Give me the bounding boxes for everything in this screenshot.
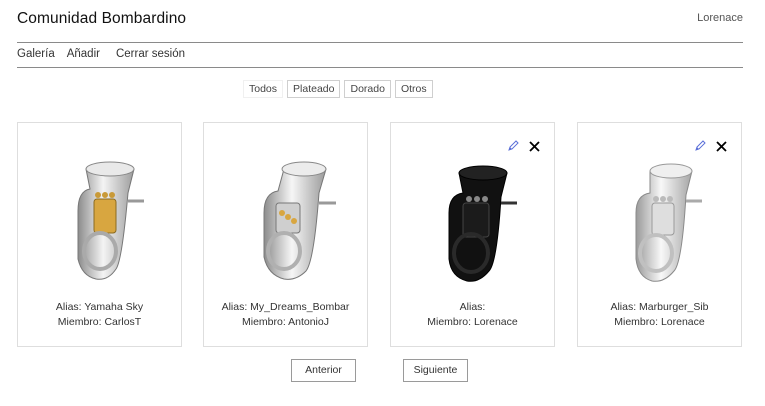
card-member: Miembro: Lorenace: [427, 316, 518, 328]
instrument-card[interactable]: Alias: Yamaha Sky Miembro: CarlosT: [17, 122, 182, 347]
previous-page-button[interactable]: Anterior: [291, 359, 356, 382]
instrument-card[interactable]: Alias: Marburger_Sib Miembro: Lorenace: [577, 122, 742, 347]
close-icon[interactable]: [529, 140, 540, 152]
euphonium-image: [635, 163, 702, 282]
instrument-card[interactable]: Alias: Miembro: Lorenace: [390, 122, 555, 347]
filter-dorado[interactable]: Dorado: [344, 80, 391, 98]
card-member: Miembro: CarlosT: [57, 316, 142, 328]
next-page-button[interactable]: Siguiente: [403, 359, 468, 382]
card-alias: Alias: Yamaha Sky: [55, 301, 144, 313]
nav-item-galeria[interactable]: Galería: [17, 48, 55, 60]
filter-otros[interactable]: Otros: [394, 80, 433, 98]
card-member: Miembro: AntonioJ: [242, 316, 329, 328]
card-member: Miembro: Lorenace: [614, 316, 705, 328]
filter-plateado[interactable]: Plateado: [287, 80, 341, 98]
nav-item-cerrar-sesion[interactable]: Cerrar sesión: [116, 48, 185, 60]
nav-divider: [17, 67, 743, 68]
euphonium-image: [263, 161, 336, 280]
main-nav: Galería Añadir Cerrar sesión: [17, 48, 197, 60]
instrument-card[interactable]: Alias: My_Dreams_Bombar Miembro: Antonio…: [203, 122, 368, 347]
close-icon[interactable]: [716, 140, 727, 152]
filter-todos[interactable]: Todos: [243, 80, 284, 98]
euphonium-image: [77, 161, 144, 280]
user-name[interactable]: Lorenace: [697, 12, 743, 24]
site-title[interactable]: Comunidad Bombardino: [17, 10, 186, 28]
card-alias: Alias:: [459, 301, 486, 313]
nav-item-anadir[interactable]: Añadir: [67, 48, 100, 60]
card-alias: Alias: Marburger_Sib: [610, 301, 709, 313]
card-alias: Alias: My_Dreams_Bombar: [221, 301, 350, 313]
euphonium-image: [448, 165, 517, 282]
filter-bar: Todos Plateado Dorado Otros: [243, 80, 433, 98]
page: Comunidad Bombardino Lorenace Galería Añ…: [0, 0, 765, 406]
header-divider: [17, 42, 743, 43]
